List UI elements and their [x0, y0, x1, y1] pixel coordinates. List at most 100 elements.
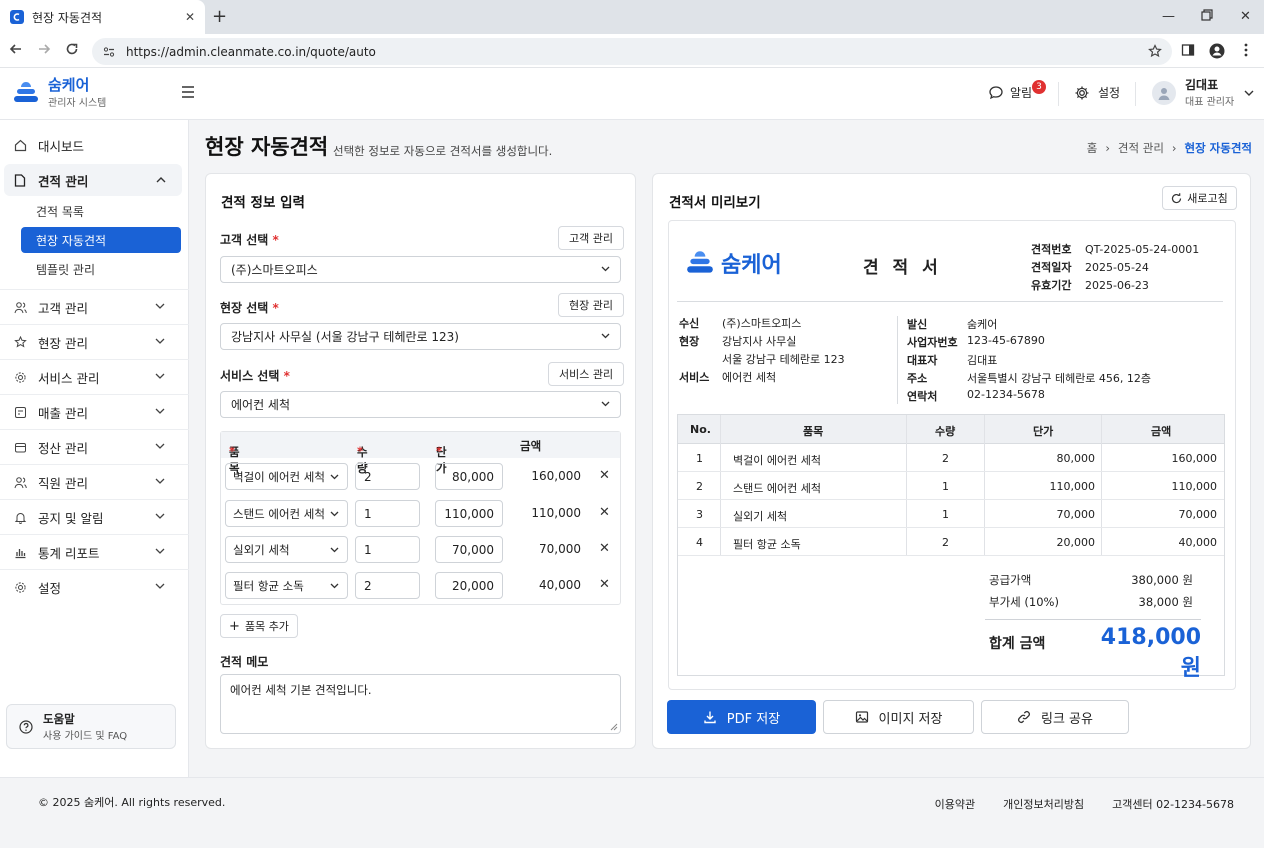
- new-tab-icon[interactable]: +: [212, 7, 227, 27]
- sidebar-item-services[interactable]: 서비스 관리: [0, 360, 189, 395]
- drop-logo-icon: [687, 251, 713, 273]
- minimize-icon[interactable]: —: [1162, 9, 1175, 24]
- price-input[interactable]: 80,000: [435, 463, 503, 490]
- bookmark-star-icon[interactable]: [1148, 44, 1162, 58]
- sidebar-sub-quote-list[interactable]: 견적 목록: [21, 198, 181, 224]
- breadcrumb-home[interactable]: 홈: [1087, 140, 1098, 156]
- sidebar-item-staff[interactable]: 직원 관리: [0, 465, 189, 500]
- sidebar-item-label: 매출 관리: [38, 405, 88, 421]
- restore-icon[interactable]: [1201, 9, 1213, 21]
- qty-input[interactable]: 2: [355, 463, 420, 490]
- forward-icon[interactable]: [37, 42, 51, 56]
- user-role: 대표 관리자: [1185, 97, 1235, 108]
- support-link[interactable]: 고객센터 02-1234-5678: [1112, 796, 1234, 812]
- chevron-down-icon: [601, 266, 610, 272]
- url-box[interactable]: https://admin.cleanmate.co.in/quote/auto: [92, 38, 1172, 65]
- sidebar-item-notices[interactable]: 공지 및 알림: [0, 500, 189, 535]
- item-select[interactable]: 벽걸이 에어컨 세척: [225, 463, 348, 490]
- qty-input[interactable]: 2: [355, 572, 420, 599]
- qty-input[interactable]: 1: [355, 500, 420, 527]
- qty-input[interactable]: 1: [355, 536, 420, 563]
- refresh-button[interactable]: 새로고침: [1162, 186, 1237, 210]
- settings-button[interactable]: 설정: [1074, 84, 1120, 101]
- delete-row-icon[interactable]: ✕: [599, 468, 610, 483]
- sidebar-item-label: 정산 관리: [38, 440, 88, 456]
- price-input[interactable]: 70,000: [435, 536, 503, 563]
- gear-icon: [14, 371, 28, 384]
- site-select[interactable]: 강남지사 사무실 (서울 강남구 테헤란로 123): [220, 323, 621, 350]
- sidebar-item-settlement[interactable]: 정산 관리: [0, 430, 189, 465]
- copyright: © 2025 숨케어. All rights reserved.: [38, 796, 226, 809]
- brand-logo[interactable]: 숨케어 관리자 시스템: [12, 77, 106, 109]
- customer-manage-button[interactable]: 고객 관리: [558, 226, 624, 250]
- breadcrumb-quote[interactable]: 견적 관리: [1118, 140, 1164, 156]
- quote-table-header: No. 품목 수량 단가 금액: [678, 415, 1224, 444]
- bubble-icon: [989, 85, 1003, 99]
- resize-handle-icon[interactable]: [610, 723, 618, 731]
- sidepanel-icon[interactable]: [1181, 43, 1195, 57]
- browser-menu-icon[interactable]: [1244, 43, 1248, 57]
- hamburger-icon[interactable]: [181, 86, 195, 98]
- image-save-button[interactable]: 이미지 저장: [823, 700, 974, 734]
- sidebar-item-label: 설정: [38, 581, 62, 596]
- sidebar-sub-templates[interactable]: 템플릿 관리: [21, 256, 181, 282]
- add-item-button[interactable]: + 품목 추가: [220, 614, 298, 638]
- delete-row-icon[interactable]: ✕: [599, 541, 610, 556]
- supply-label: 공급가액: [989, 573, 1032, 587]
- sidebar-item-reports[interactable]: 통계 리포트: [0, 535, 189, 570]
- sidebar-item-customers[interactable]: 고객 관리: [0, 290, 189, 325]
- item-select[interactable]: 필터 항균 소독: [225, 572, 348, 599]
- price-input[interactable]: 110,000: [435, 500, 503, 527]
- help-box[interactable]: 도움말 사용 가이드 및 FAQ: [6, 704, 176, 749]
- pdf-save-button[interactable]: PDF 저장: [667, 700, 816, 734]
- footer-links: 이용약관 개인정보처리방침 고객센터 02-1234-5678: [935, 796, 1234, 812]
- browser-tab[interactable]: 현장 자동견적 ✕: [0, 0, 205, 34]
- doc-brand: 숨케어: [721, 253, 782, 278]
- item-row: 스탠드 에어컨 세척 1 110,000 110,000 ✕: [221, 496, 620, 532]
- notifications-button[interactable]: 알림 3: [988, 80, 1046, 101]
- user-menu[interactable]: 김대표 대표 관리자: [1152, 77, 1254, 108]
- item-row: 필터 항균 소독 2 20,000 40,000 ✕: [221, 568, 620, 604]
- service-manage-button[interactable]: 서비스 관리: [548, 362, 625, 386]
- page-subtitle: 선택한 정보로 자동으로 견적서를 생성합니다.: [333, 144, 553, 158]
- table-row: 2 스탠드 에어컨 세척 1 110,000 110,000: [678, 472, 1224, 500]
- address-bar: https://admin.cleanmate.co.in/quote/auto: [0, 34, 1264, 68]
- site-manage-button[interactable]: 현장 관리: [558, 293, 624, 317]
- item-table: 품목 * 수량 * 단가 * 금액 벽걸이 에어컨 세척 2 80,000 16…: [220, 431, 621, 605]
- breadcrumb: 홈 › 견적 관리 › 현장 자동견적: [1087, 140, 1252, 156]
- site-info-icon[interactable]: [102, 45, 116, 59]
- sidebar-item-sites[interactable]: 현장 관리: [0, 325, 189, 360]
- sidebar-item-label: 공지 및 알림: [38, 510, 104, 526]
- customer-select[interactable]: (주)스마트오피스: [220, 256, 621, 283]
- close-window-icon[interactable]: ✕: [1240, 9, 1251, 24]
- sidebar-item-label: 통계 리포트: [38, 545, 100, 561]
- memo-textarea[interactable]: 에어컨 세척 기본 견적입니다.: [220, 674, 621, 734]
- price-input[interactable]: 20,000: [435, 572, 503, 599]
- sidebar-sub-auto-quote[interactable]: 현장 자동견적: [21, 227, 181, 253]
- sidebar-group-quote[interactable]: 견적 관리: [4, 164, 182, 196]
- link-share-button[interactable]: 링크 공유: [981, 700, 1129, 734]
- user-name: 김대표: [1185, 78, 1219, 92]
- sidebar-item-label: 직원 관리: [38, 475, 88, 491]
- delete-row-icon[interactable]: ✕: [599, 577, 610, 592]
- profile-icon[interactable]: [1209, 43, 1225, 59]
- chart-icon: [14, 546, 28, 559]
- header-divider: [1058, 82, 1059, 106]
- sidebar-item-dashboard[interactable]: 대시보드: [0, 128, 189, 163]
- reload-icon[interactable]: [65, 42, 79, 56]
- service-select[interactable]: 에어컨 세척: [220, 391, 621, 418]
- tab-close-icon[interactable]: ✕: [185, 10, 195, 24]
- valid-date: 유효기간 2025-06-23: [1031, 279, 1149, 292]
- item-select[interactable]: 실외기 세척: [225, 536, 348, 563]
- col-amount: 금액: [520, 439, 542, 453]
- delete-row-icon[interactable]: ✕: [599, 505, 610, 520]
- tab-title: 현장 자동견적: [32, 10, 103, 25]
- terms-link[interactable]: 이용약관: [935, 796, 975, 812]
- back-icon[interactable]: [9, 42, 23, 56]
- privacy-link[interactable]: 개인정보처리방침: [1003, 796, 1084, 812]
- sidebar-item-sales[interactable]: 매출 관리: [0, 395, 189, 430]
- item-select[interactable]: 스탠드 에어컨 세척: [225, 500, 348, 527]
- sidebar-item-settings[interactable]: 설정: [0, 570, 189, 605]
- chevron-down-icon: [330, 511, 339, 517]
- chevron-down-icon: [155, 443, 165, 449]
